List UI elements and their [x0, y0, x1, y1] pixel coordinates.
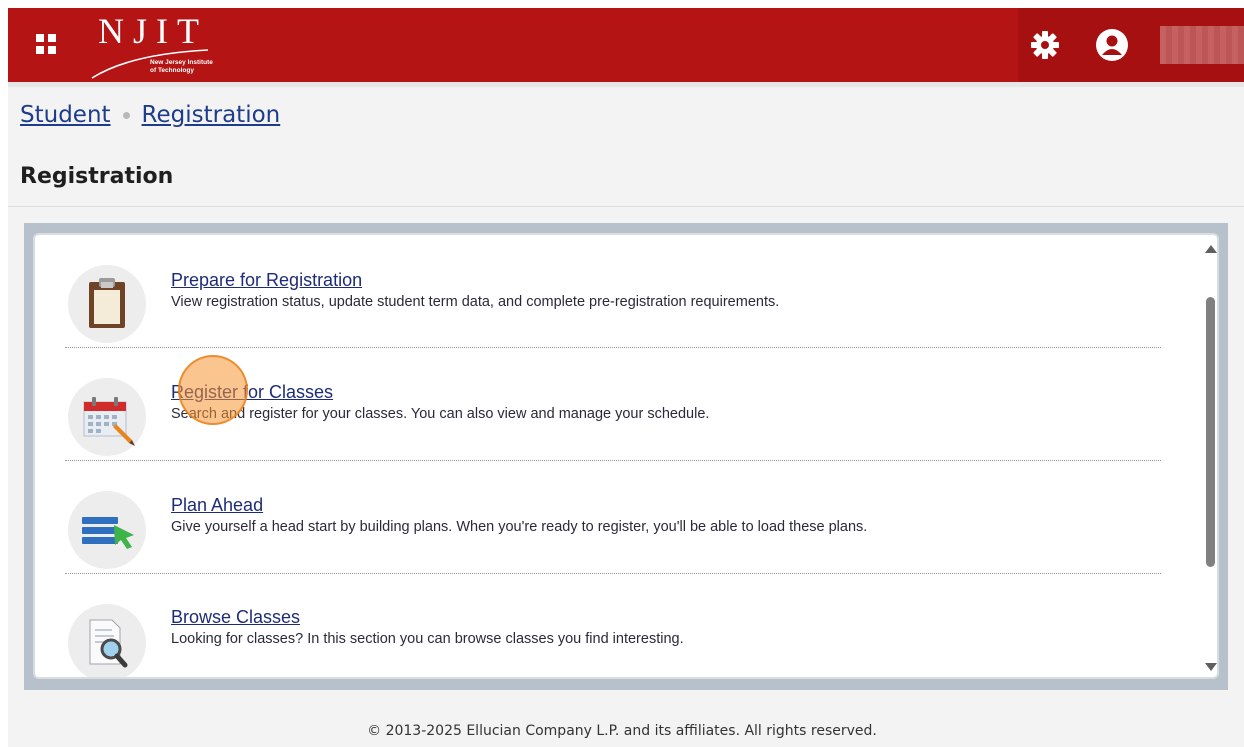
scroll-down-arrow-icon[interactable]	[1205, 663, 1217, 671]
plan-list-arrow-icon	[68, 491, 146, 569]
click-indicator	[178, 355, 248, 425]
breadcrumb-registration[interactable]: Registration	[142, 102, 281, 128]
user-profile-icon[interactable]	[1095, 28, 1129, 62]
calendar-pencil-icon	[68, 378, 146, 456]
app-menu-icon[interactable]	[36, 34, 58, 56]
gear-icon[interactable]	[1030, 30, 1060, 60]
logo-subtitle-line2: of Technology	[150, 67, 194, 74]
breadcrumb-separator	[122, 112, 130, 119]
scroll-thumb[interactable]	[1206, 297, 1215, 567]
browse-classes-desc: Looking for classes? In this section you…	[171, 631, 684, 647]
user-name-blurred[interactable]	[1160, 26, 1244, 64]
logo-subtitle-line1: New Jersey Institute	[150, 59, 213, 66]
list-item-plan-ahead: Plan Ahead Give yourself a head start by…	[65, 461, 1161, 574]
page-title: Registration	[20, 164, 174, 189]
prepare-registration-desc: View registration status, update student…	[171, 294, 780, 310]
register-for-classes-desc: Search and register for your classes. Yo…	[171, 406, 710, 422]
browse-classes-link[interactable]: Browse Classes	[171, 607, 300, 628]
plan-ahead-desc: Give yourself a head start by building p…	[171, 519, 868, 535]
header-divider	[8, 82, 1244, 87]
plan-ahead-link[interactable]: Plan Ahead	[171, 495, 263, 516]
njit-logo[interactable]: NJIT New Jersey Institute of Technology	[90, 10, 270, 79]
prepare-registration-link[interactable]: Prepare for Registration	[171, 270, 362, 291]
breadcrumb-student[interactable]: Student	[20, 102, 111, 128]
top-bar: NJIT New Jersey Institute of Technology	[8, 8, 1244, 87]
scroll-up-arrow-icon[interactable]	[1205, 245, 1217, 253]
panel-scrollbar[interactable]	[1204, 241, 1217, 673]
registration-panel: Prepare for Registration View registrati…	[33, 233, 1219, 679]
clipboard-icon	[68, 265, 146, 343]
breadcrumb: Student Registration	[20, 102, 280, 128]
document-magnifier-icon	[68, 604, 146, 677]
copyright-footer: © 2013-2025 Ellucian Company L.P. and it…	[367, 723, 877, 739]
registration-panel-frame: Prepare for Registration View registrati…	[24, 223, 1228, 690]
list-item-browse: Browse Classes Looking for classes? In t…	[65, 574, 1161, 677]
title-divider	[8, 206, 1244, 207]
list-item-prepare: Prepare for Registration View registrati…	[65, 235, 1161, 348]
